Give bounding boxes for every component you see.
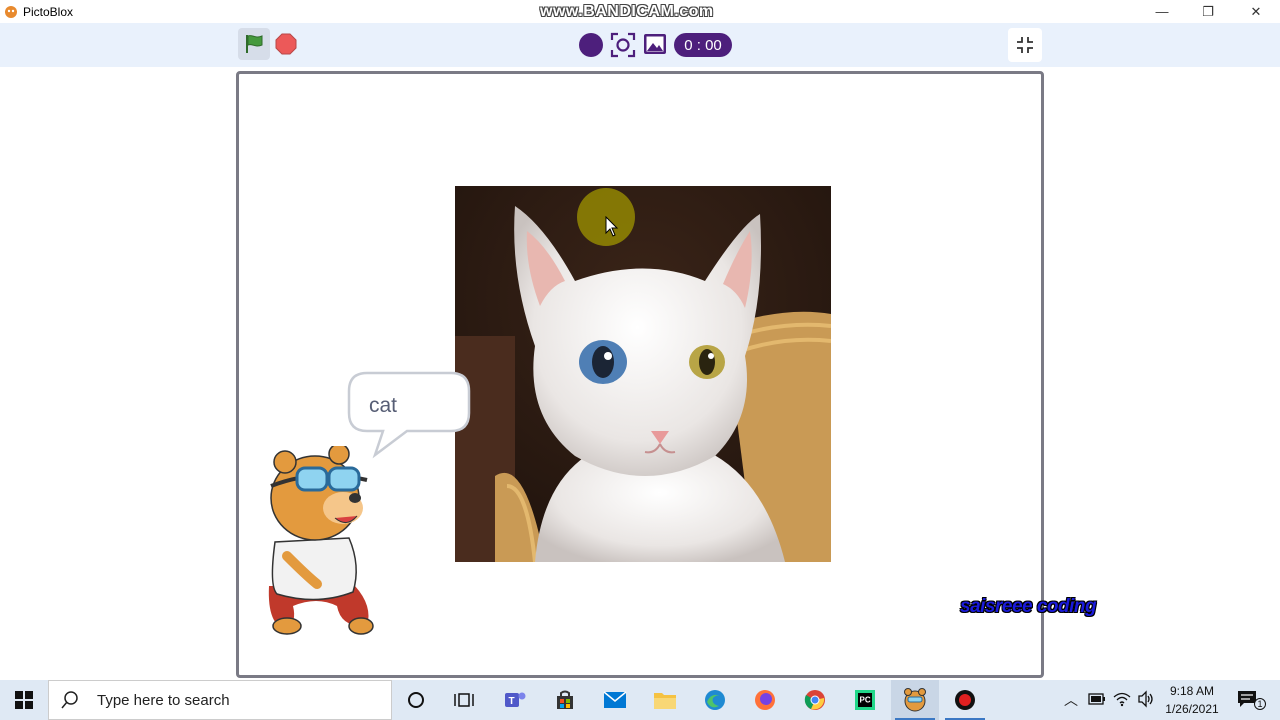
brand-watermark: saisreee coding (960, 596, 1097, 617)
clock-time[interactable]: 9:18 AM (1160, 684, 1224, 698)
restore-button[interactable]: ❐ (1185, 0, 1231, 23)
window-title: PictoBlox (23, 4, 74, 19)
mail-app[interactable] (591, 680, 639, 720)
minimize-button[interactable]: — (1139, 0, 1185, 23)
battery-icon[interactable] (1088, 693, 1106, 705)
green-flag-button[interactable] (238, 28, 270, 60)
stage-toolbar: 0 : 00 (0, 23, 1280, 67)
recorder-watermark: www.BANDICAM.com (540, 3, 714, 20)
pictoblox-logo-icon (5, 5, 17, 18)
tobi-bear-sprite[interactable] (257, 446, 377, 636)
svg-text:T: T (509, 696, 515, 707)
record-icon (955, 690, 975, 710)
recording-timer: 0 : 00 (674, 33, 732, 57)
chrome-icon (804, 690, 825, 710)
svg-text:PC: PC (860, 696, 871, 705)
firefox-icon (755, 690, 775, 710)
pictoblox-app[interactable] (891, 680, 939, 720)
edge-app[interactable] (691, 680, 739, 720)
pictoblox-bear-icon (904, 688, 926, 712)
microsoft-store-icon (557, 690, 573, 709)
windows-taskbar: Type here to search T PC ︿ 9:18 AM 1/26/… (0, 680, 1280, 720)
teams-app[interactable]: T (491, 680, 539, 720)
start-button[interactable] (0, 680, 48, 720)
windows-logo-icon (15, 691, 33, 709)
stage-canvas[interactable]: cat (236, 71, 1044, 678)
task-view-icon (454, 693, 474, 707)
record-button[interactable] (579, 33, 603, 57)
firefox-app[interactable] (741, 680, 789, 720)
stop-button[interactable] (274, 32, 298, 56)
clock-date[interactable]: 1/26/2021 (1160, 702, 1224, 716)
speech-text: cat (369, 394, 398, 417)
wifi-icon[interactable] (1113, 690, 1131, 708)
search-placeholder: Type here to search (97, 691, 230, 709)
show-hidden-icons-chevron-icon[interactable]: ︿ (1064, 690, 1078, 710)
task-view-button[interactable] (440, 680, 488, 720)
taskbar-search-box[interactable]: Type here to search (48, 680, 392, 720)
mouse-pointer-icon (605, 216, 619, 237)
pycharm-app[interactable]: PC (841, 680, 889, 720)
pycharm-icon: PC (855, 690, 875, 710)
mail-icon (603, 691, 627, 708)
store-app[interactable] (541, 680, 589, 720)
folder-icon (654, 693, 676, 709)
exit-fullscreen-icon (1017, 37, 1033, 53)
image-icon[interactable] (643, 32, 667, 56)
action-center-button[interactable]: 1 (1236, 689, 1270, 713)
notification-count: 1 (1254, 698, 1266, 710)
cortana-circle-icon (408, 692, 424, 708)
cortana-button[interactable] (392, 680, 440, 720)
exit-fullscreen-button[interactable] (1008, 28, 1042, 62)
stop-sign-icon (275, 33, 297, 55)
camera-capture-icon[interactable] (610, 32, 636, 58)
file-explorer-app[interactable] (641, 680, 689, 720)
volume-icon[interactable] (1137, 690, 1155, 708)
bandicam-app[interactable] (941, 680, 989, 720)
cat-photo (455, 186, 831, 562)
search-icon (61, 691, 78, 709)
chrome-app[interactable] (791, 680, 839, 720)
close-button[interactable]: ✕ (1233, 0, 1279, 23)
green-flag-icon (246, 35, 263, 53)
teams-icon: T (505, 692, 526, 707)
edge-icon (705, 690, 725, 710)
